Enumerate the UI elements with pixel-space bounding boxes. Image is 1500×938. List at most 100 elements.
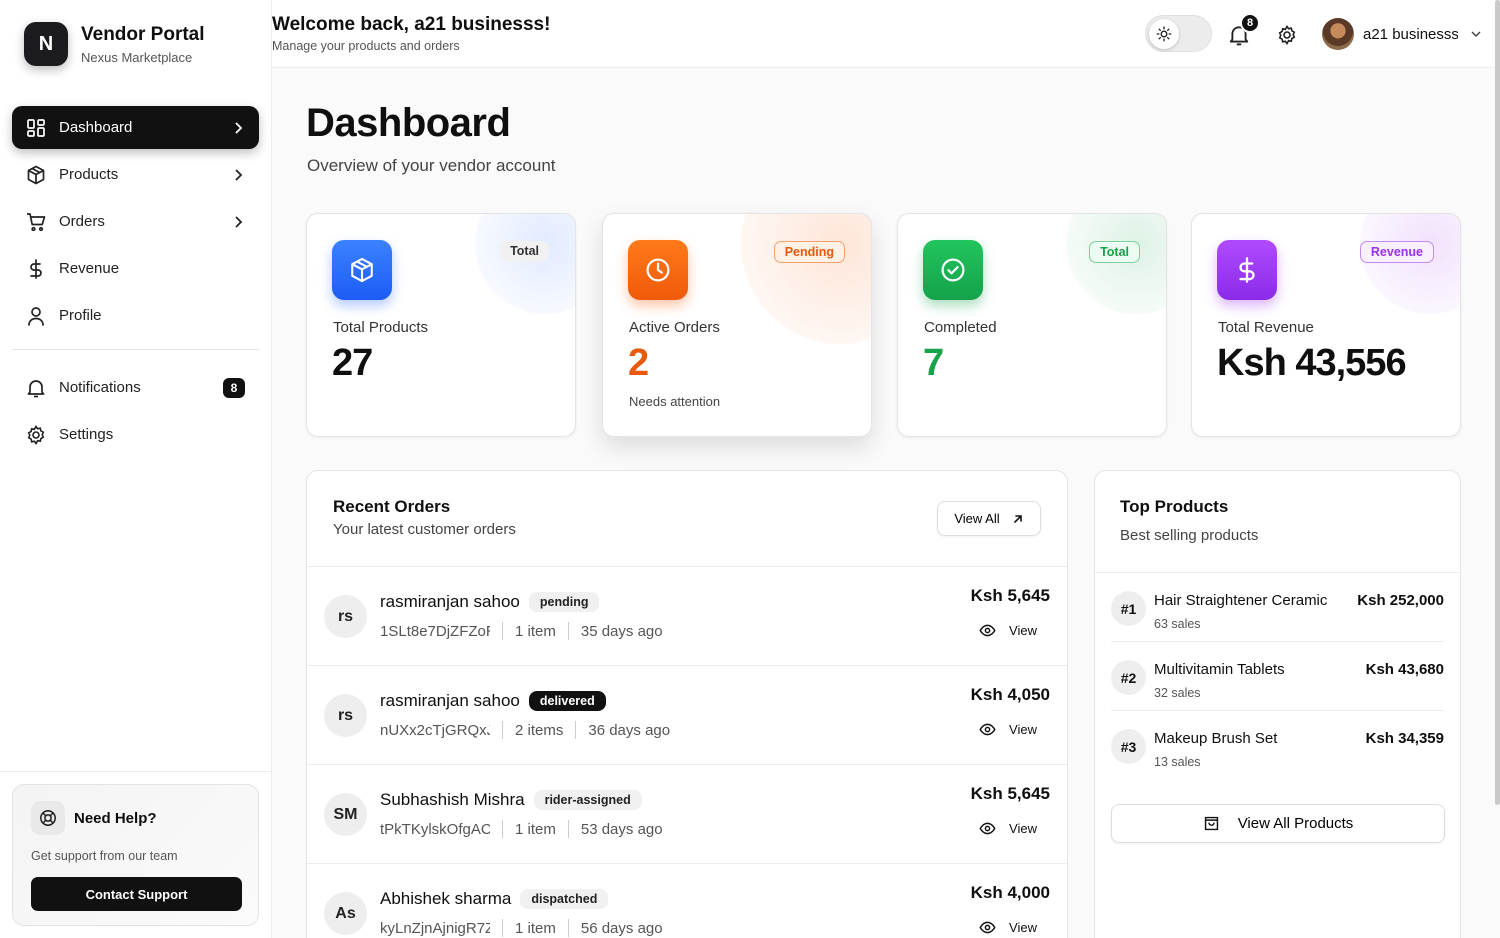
- contact-support-button[interactable]: Contact Support: [31, 877, 242, 911]
- help-subtitle: Get support from our team: [31, 849, 178, 863]
- sidebar-item-dashboard[interactable]: Dashboard: [12, 106, 259, 149]
- stat-pill: Pending: [773, 241, 845, 263]
- stat-pill: Total: [1089, 241, 1140, 263]
- top-products-card: Top Products Best selling products #1 Ha…: [1094, 470, 1461, 938]
- stat-card-active-orders[interactable]: Pending Active Orders 2 Needs attention: [602, 213, 872, 437]
- brand-title: Vendor Portal: [81, 23, 205, 45]
- order-id: kyLnZjnAjnigR7Z: [380, 919, 490, 937]
- order-age: 56 days ago: [580, 919, 663, 937]
- customer-name: Subhashish Mishra: [380, 790, 525, 809]
- stat-pill: Total: [500, 241, 549, 261]
- customer-avatar: rs: [324, 595, 367, 638]
- sidebar-item-settings[interactable]: Settings: [12, 413, 259, 456]
- page-scrollbar[interactable]: [1495, 0, 1500, 805]
- order-items: 1 item: [515, 622, 556, 640]
- check-circle-icon: [923, 240, 983, 300]
- view-label: View: [1009, 623, 1037, 638]
- customer-name: rasmiranjan sahoo: [380, 592, 520, 611]
- sidebar-item-profile[interactable]: Profile: [12, 294, 259, 337]
- sidebar-item-orders[interactable]: Orders: [12, 200, 259, 243]
- chevron-down-icon: [1471, 31, 1481, 38]
- eye-icon: [979, 822, 996, 835]
- sidebar-item-label: Orders: [59, 213, 105, 230]
- clock-icon: [628, 240, 688, 300]
- order-row[interactable]: rs rasmiranjan sahoo pending 1SLt8e7DjZF…: [307, 567, 1067, 666]
- stat-card-total-revenue[interactable]: Revenue Total Revenue Ksh 43,556: [1191, 213, 1461, 437]
- stat-value: 2: [628, 342, 649, 384]
- view-order-button[interactable]: View: [979, 919, 1037, 936]
- order-id: 1SLt8e7DjZFZoR: [380, 622, 490, 640]
- top-product-item[interactable]: #1 Hair Straightener Ceramic 63 sales Ks…: [1111, 573, 1444, 642]
- brand[interactable]: N Vendor Portal Nexus Marketplace: [0, 0, 271, 88]
- stat-value: Ksh 43,556: [1217, 342, 1407, 384]
- customer-name: rasmiranjan sahoo: [380, 691, 520, 710]
- sidebar-item-label: Dashboard: [59, 119, 133, 136]
- product-sales: 32 sales: [1154, 686, 1201, 700]
- view-order-button[interactable]: View: [979, 622, 1037, 639]
- stat-label: Active Orders: [629, 319, 720, 336]
- user-menu[interactable]: a21 businesss: [1322, 18, 1482, 50]
- view-order-button[interactable]: View: [979, 820, 1037, 837]
- stat-card-total-products[interactable]: Total Total Products 27: [306, 213, 576, 437]
- stat-note: Needs attention: [629, 394, 721, 409]
- product-revenue: Ksh 252,000: [1357, 592, 1444, 609]
- chevron-right-icon: [235, 168, 243, 181]
- dashboard-icon: [26, 118, 46, 138]
- stat-label: Total Revenue: [1218, 319, 1314, 336]
- order-row[interactable]: SM Subhashish Mishra rider-assigned tPkT…: [307, 765, 1067, 864]
- product-revenue: Ksh 43,680: [1365, 661, 1444, 678]
- product-sales: 13 sales: [1154, 755, 1201, 769]
- view-all-label: View All: [954, 511, 1000, 526]
- top-product-item[interactable]: #2 Multivitamin Tablets 32 sales Ksh 43,…: [1111, 642, 1444, 711]
- rank-badge: #2: [1111, 660, 1146, 695]
- status-badge: delivered: [528, 691, 606, 711]
- view-all-products-label: View All Products: [1237, 815, 1354, 832]
- stat-value: 27: [332, 342, 373, 384]
- eye-icon: [979, 723, 996, 736]
- lifebuoy-icon: [31, 801, 65, 835]
- arrow-up-right-icon: [1013, 514, 1022, 523]
- dollar-icon: [1217, 240, 1277, 300]
- product-revenue: Ksh 34,359: [1365, 730, 1444, 747]
- eye-icon: [979, 624, 996, 637]
- card-glow: [475, 214, 575, 314]
- view-order-button[interactable]: View: [979, 721, 1037, 738]
- product-name: Makeup Brush Set: [1154, 730, 1278, 747]
- customer-avatar: rs: [324, 694, 367, 737]
- gear-icon: [26, 424, 46, 445]
- top-product-item[interactable]: #3 Makeup Brush Set 13 sales Ksh 34,359: [1111, 711, 1444, 780]
- view-label: View: [1009, 722, 1037, 737]
- sidebar-item-label: Profile: [59, 307, 102, 324]
- recent-orders-card: Recent Orders Your latest customer order…: [306, 470, 1068, 938]
- notification-count-badge: 8: [223, 377, 245, 398]
- order-row[interactable]: As Abhishek sharma dispatched kyLnZjnAjn…: [307, 864, 1067, 938]
- sidebar-item-revenue[interactable]: Revenue: [12, 247, 259, 290]
- card-glow: [1360, 214, 1460, 314]
- view-all-orders-button[interactable]: View All: [937, 501, 1041, 536]
- help-section: Need Help? Get support from our team Con…: [0, 771, 271, 938]
- theme-toggle[interactable]: [1145, 15, 1212, 52]
- help-card: Need Help? Get support from our team Con…: [12, 784, 259, 926]
- user-name: a21 businesss: [1363, 25, 1458, 43]
- sidebar-item-label: Revenue: [59, 260, 120, 277]
- avatar: [1322, 18, 1354, 50]
- order-amount: Ksh 5,645: [970, 784, 1050, 803]
- sidebar-nav: Dashboard Products Orders Revenue Profil…: [0, 88, 271, 456]
- order-id: tPkTKylskOfgAC: [380, 820, 490, 838]
- user-icon: [26, 306, 46, 326]
- sidebar-item-label: Products: [59, 166, 119, 183]
- order-amount: Ksh 4,000: [970, 883, 1050, 902]
- help-title: Need Help?: [74, 809, 157, 827]
- order-row[interactable]: rs rasmiranjan sahoo delivered nUXx2cTjG…: [307, 666, 1067, 765]
- chevron-right-icon: [235, 121, 243, 134]
- rank-badge: #1: [1111, 591, 1146, 626]
- sidebar-item-notifications[interactable]: Notifications 8: [12, 366, 259, 409]
- stat-card-completed[interactable]: Total Completed 7: [897, 213, 1167, 437]
- settings-gear-icon[interactable]: [1277, 25, 1297, 45]
- shopping-bag-icon: [1204, 816, 1218, 831]
- sidebar-item-products[interactable]: Products: [12, 153, 259, 196]
- view-all-products-button[interactable]: View All Products: [1111, 804, 1445, 843]
- order-amount: Ksh 4,050: [970, 685, 1050, 704]
- eye-icon: [979, 921, 996, 934]
- customer-name: Abhishek sharma: [380, 889, 512, 908]
